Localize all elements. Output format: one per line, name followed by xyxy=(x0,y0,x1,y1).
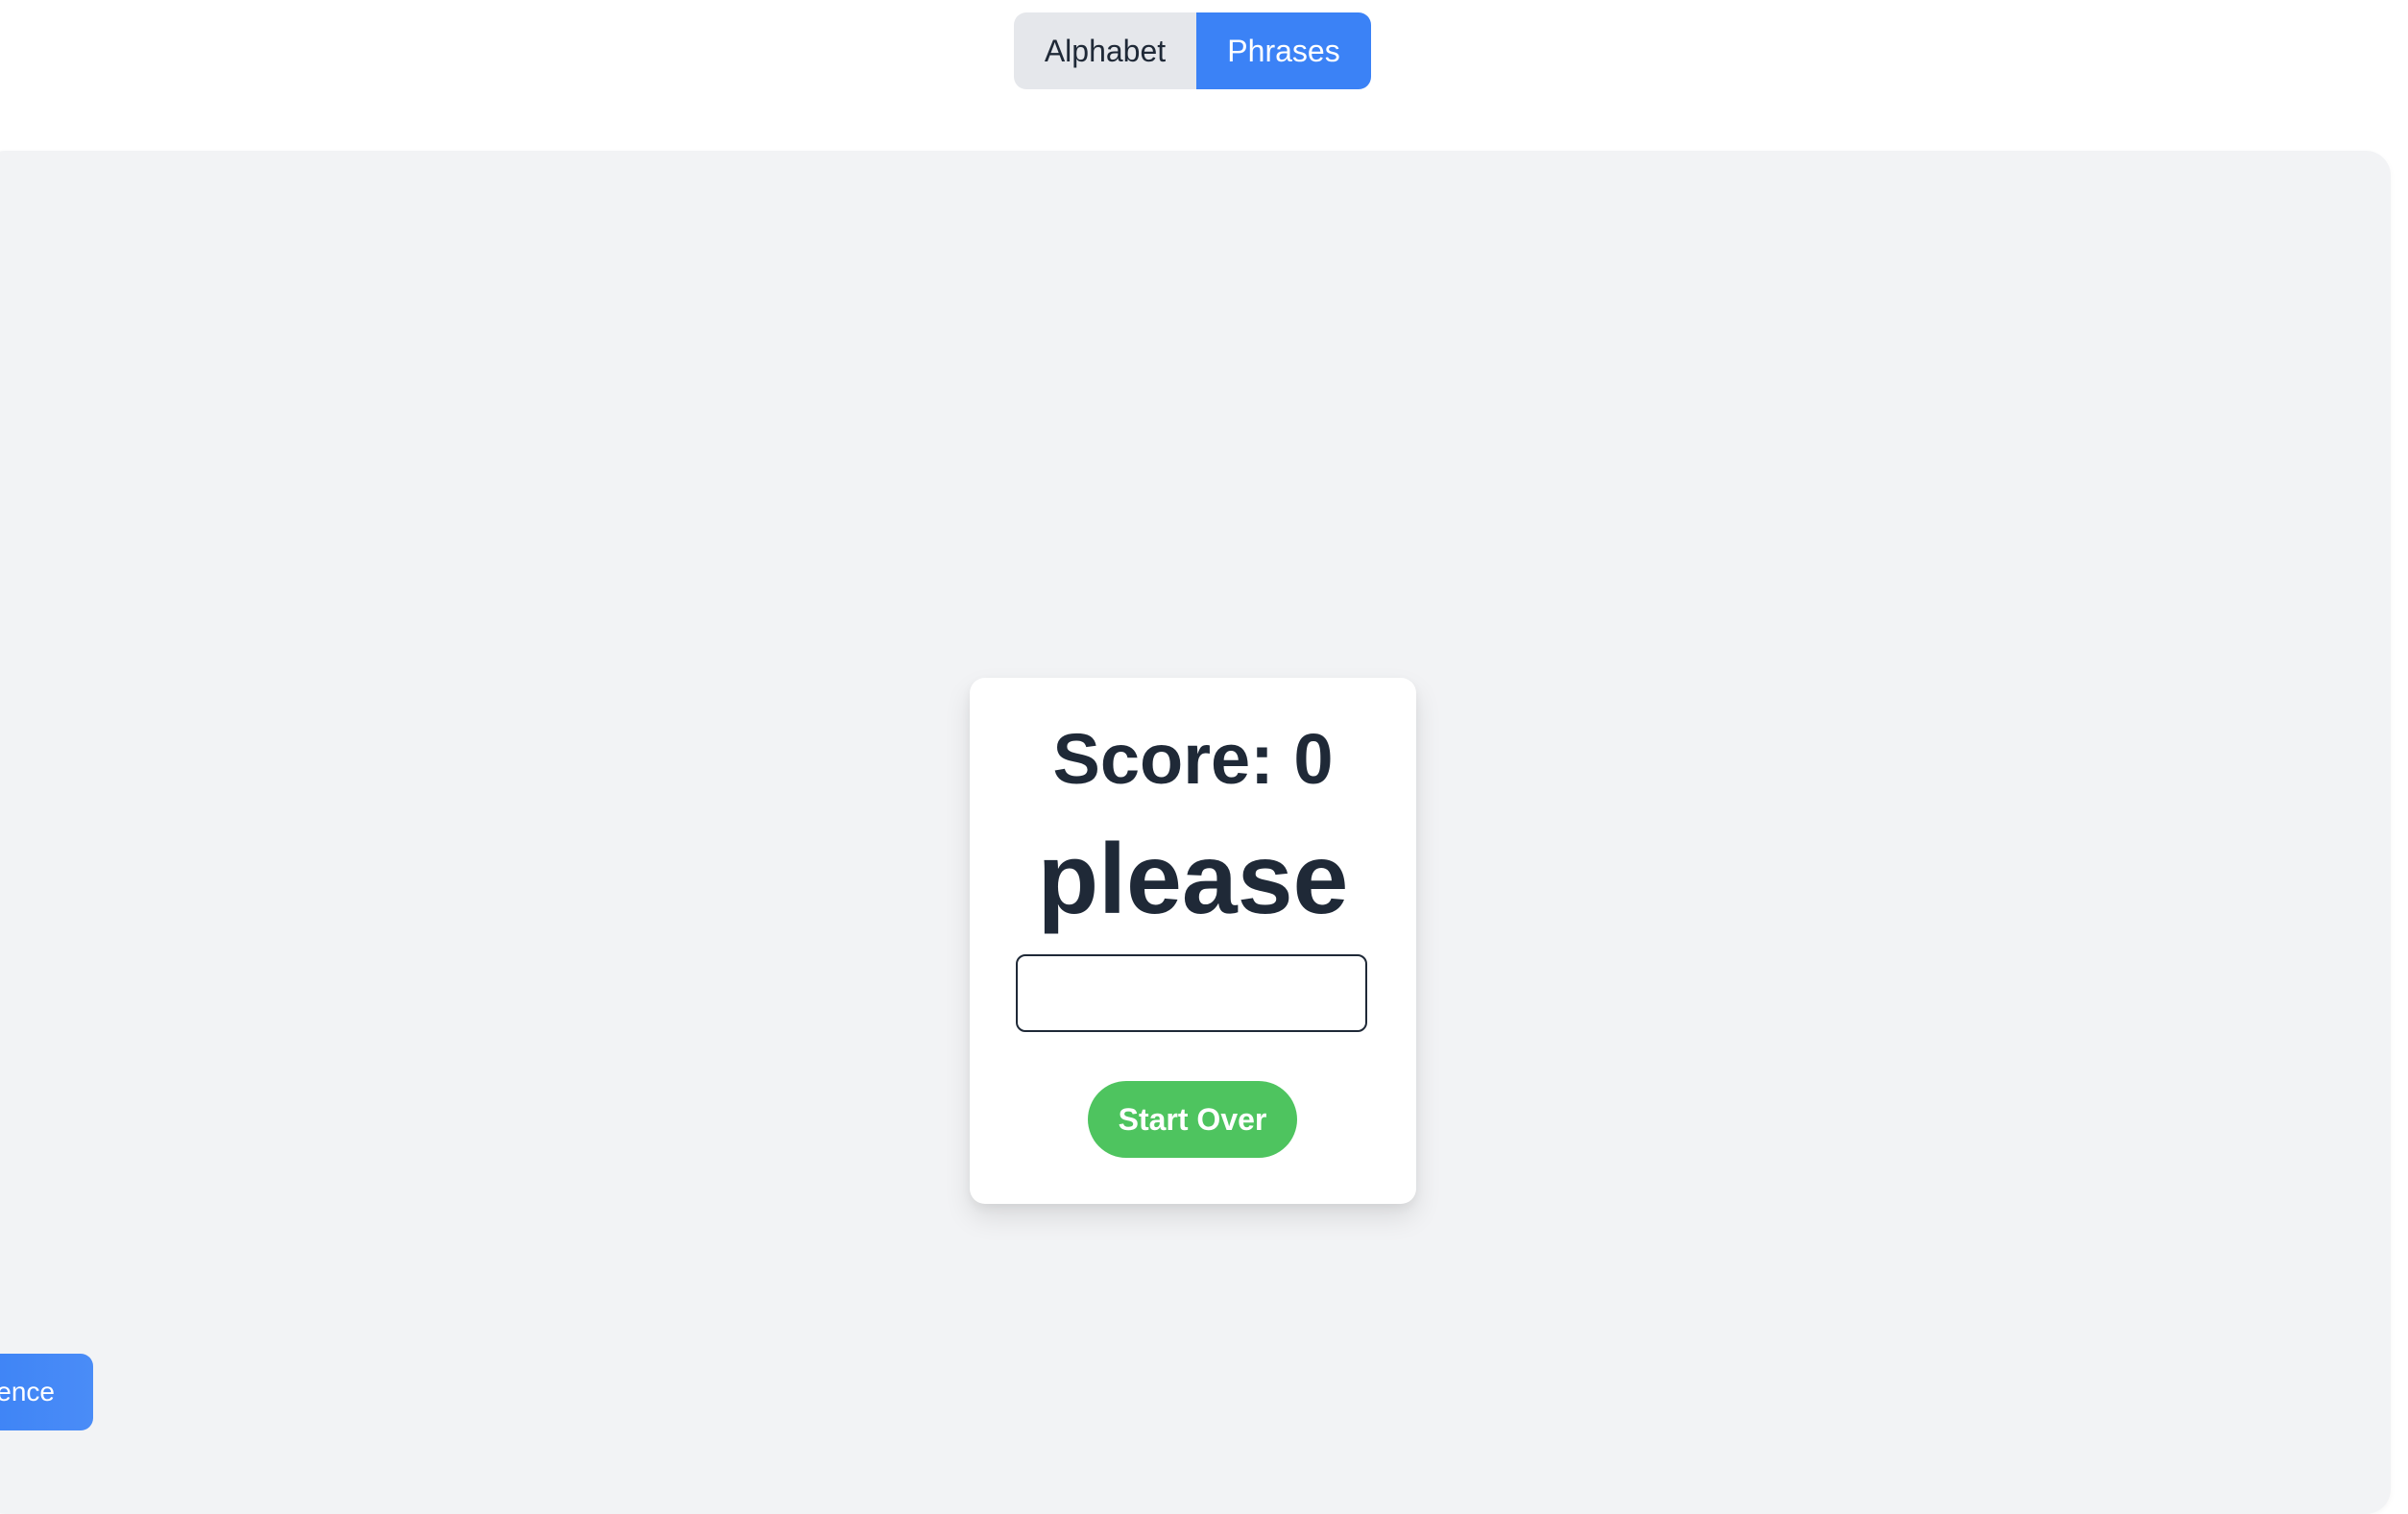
game-card: Score: 0 please Start Over xyxy=(970,678,1416,1204)
start-over-button[interactable]: Start Over xyxy=(1088,1081,1297,1158)
phrases-mode-button[interactable]: Phrases xyxy=(1196,12,1371,89)
answer-input[interactable] xyxy=(1016,954,1367,1032)
mode-toggle: Alphabet Phrases xyxy=(1014,12,1371,89)
sentence-button[interactable]: ence xyxy=(0,1354,93,1430)
alphabet-mode-button[interactable]: Alphabet xyxy=(1014,12,1196,89)
current-phrase: please xyxy=(1037,824,1349,935)
score-display: Score: 0 xyxy=(1052,719,1334,799)
